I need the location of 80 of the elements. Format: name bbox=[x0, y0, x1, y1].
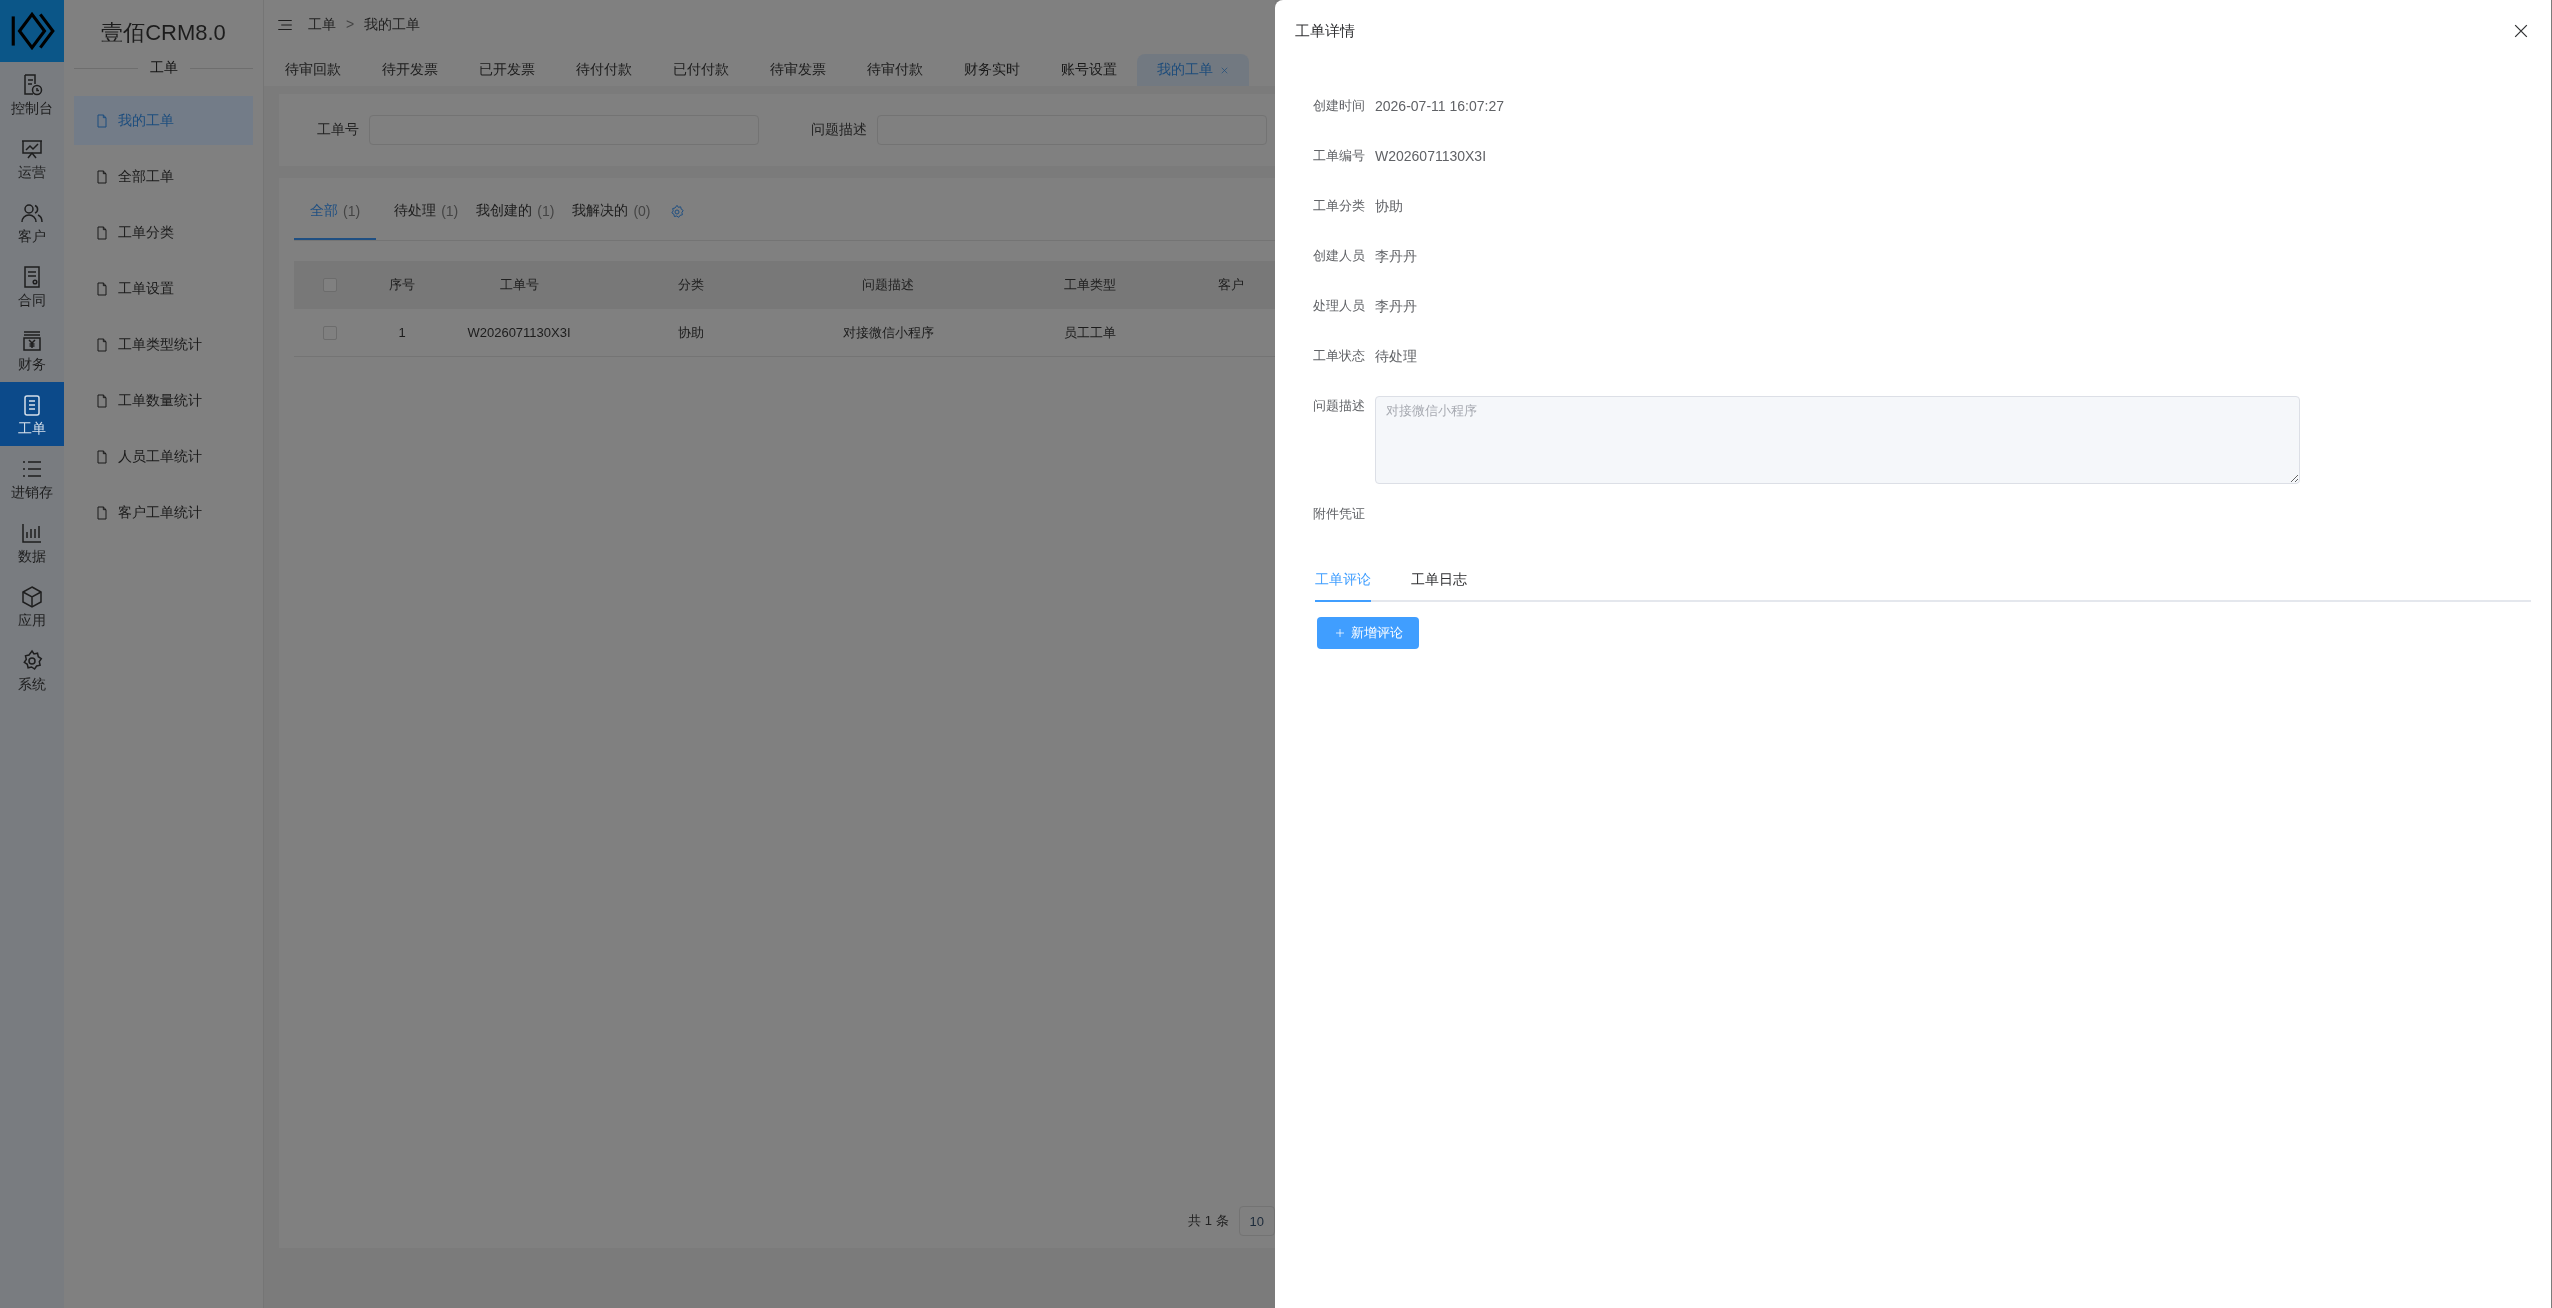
breadcrumb-item[interactable]: 我的工单 bbox=[364, 16, 421, 34]
field-value: W2026071130X3I bbox=[1375, 147, 1487, 166]
nav-rail-item[interactable]: 进销存 bbox=[0, 446, 64, 510]
filter-label: 工单号 bbox=[316, 121, 360, 139]
breadcrumb-item[interactable]: 工单 bbox=[308, 16, 336, 34]
page-tab[interactable]: 已付付款 bbox=[652, 54, 749, 86]
table-cell: 员工工单 bbox=[1064, 324, 1116, 340]
sidebar-item[interactable]: 工单类型统计 bbox=[74, 320, 253, 369]
page-tab[interactable]: 已开发票 bbox=[458, 54, 555, 86]
settings-icon bbox=[668, 204, 685, 220]
filter-label: 问题描述 bbox=[810, 121, 868, 139]
drawer-title: 工单详情 bbox=[1295, 21, 1355, 41]
nav-rail-item[interactable]: 控制台 bbox=[0, 62, 64, 126]
plus-icon bbox=[1333, 627, 1346, 639]
field-label: 工单编号 bbox=[1312, 147, 1366, 165]
page-tab[interactable]: 待开发票 bbox=[361, 54, 458, 86]
page-tab[interactable]: 待审付款 bbox=[846, 54, 943, 86]
page-tab[interactable]: 财务实时 bbox=[943, 54, 1040, 86]
page-tab[interactable]: 待审回款 bbox=[264, 54, 361, 86]
document-icon bbox=[94, 336, 110, 353]
sidebar-item[interactable]: 工单设置 bbox=[74, 264, 253, 313]
sidebar-item[interactable]: 工单分类 bbox=[74, 208, 253, 257]
detail-tab[interactable]: 工单日志 bbox=[1411, 560, 1467, 602]
document-icon bbox=[94, 168, 110, 185]
nav-rail-item[interactable]: 系统 bbox=[0, 638, 64, 702]
nav-rail-item[interactable]: 应用 bbox=[0, 574, 64, 638]
document-icon bbox=[94, 448, 110, 465]
table-cell: 1 bbox=[398, 325, 406, 340]
total-count: 共 1 条 bbox=[1188, 1212, 1229, 1230]
sidebar-item[interactable]: 人员工单统计 bbox=[74, 432, 253, 481]
detail-tab[interactable]: 工单评论 bbox=[1315, 560, 1371, 602]
sidebar-item[interactable]: 工单数量统计 bbox=[74, 376, 253, 425]
nav-rail-item[interactable]: 运营 bbox=[0, 126, 64, 190]
table-cell: W2026071130X3I bbox=[467, 325, 571, 340]
breadcrumb-separator: > bbox=[346, 16, 355, 34]
document-icon bbox=[94, 224, 110, 241]
field-value: 协助 bbox=[1375, 197, 1403, 216]
column-header: 客户 bbox=[1217, 277, 1244, 292]
field-value: 李丹丹 bbox=[1375, 297, 1417, 316]
app-title: 壹佰CRM8.0 bbox=[100, 19, 227, 47]
add-comment-button[interactable]: 新增评论 bbox=[1317, 617, 1419, 649]
field-label: 创建时间 bbox=[1312, 97, 1366, 115]
nav-rail-item[interactable]: 工单 bbox=[0, 382, 64, 446]
sidebar-item[interactable]: 客户工单统计 bbox=[74, 488, 253, 537]
field-label: 创建人员 bbox=[1312, 247, 1366, 265]
page-tab[interactable]: 待审发票 bbox=[749, 54, 846, 86]
field-value: 2026-07-11 16:07:27 bbox=[1375, 97, 1504, 116]
column-header: 分类 bbox=[678, 277, 704, 292]
table-cell: 协助 bbox=[678, 324, 704, 340]
filter-tab[interactable]: 我创建的 (1) bbox=[476, 184, 555, 240]
field-label: 处理人员 bbox=[1312, 297, 1366, 315]
nav-rail-item[interactable]: 合同 bbox=[0, 254, 64, 318]
gear-icon bbox=[20, 648, 44, 673]
column-header: 问题描述 bbox=[862, 277, 914, 292]
sidebar-item[interactable]: 全部工单 bbox=[74, 152, 253, 201]
table-cell: 对接微信小程序 bbox=[842, 324, 934, 340]
document-icon bbox=[94, 112, 110, 129]
nav-rail-item[interactable]: 财务 bbox=[0, 318, 64, 382]
section-title: 工单 bbox=[149, 59, 178, 77]
document-icon bbox=[94, 504, 110, 521]
nav-rail-item[interactable]: 客户 bbox=[0, 190, 64, 254]
field-label: 工单状态 bbox=[1312, 347, 1366, 365]
field-label: 问题描述 bbox=[1312, 397, 1366, 415]
field-value: 待处理 bbox=[1375, 347, 1417, 366]
field-value: 李丹丹 bbox=[1375, 247, 1417, 266]
document-icon bbox=[94, 392, 110, 409]
nav-rail-item[interactable]: 数据 bbox=[0, 510, 64, 574]
page-tab[interactable]: 账号设置 bbox=[1040, 54, 1137, 86]
page-tab[interactable]: 待付付款 bbox=[555, 54, 652, 86]
column-header: 工单号 bbox=[499, 277, 539, 292]
document-icon bbox=[94, 280, 110, 297]
filter-tab[interactable]: 全部 (1) bbox=[294, 184, 377, 240]
field-label: 工单分类 bbox=[1312, 197, 1366, 215]
column-header: 序号 bbox=[389, 277, 415, 292]
filter-tab[interactable]: 待处理 (1) bbox=[394, 184, 459, 240]
cube-icon bbox=[20, 584, 44, 609]
filter-tab[interactable]: 我解决的 (0) bbox=[572, 184, 651, 240]
column-header: 工单类型 bbox=[1064, 277, 1116, 292]
field-label: 附件凭证 bbox=[1312, 505, 1366, 523]
yen-box-icon bbox=[20, 328, 44, 353]
